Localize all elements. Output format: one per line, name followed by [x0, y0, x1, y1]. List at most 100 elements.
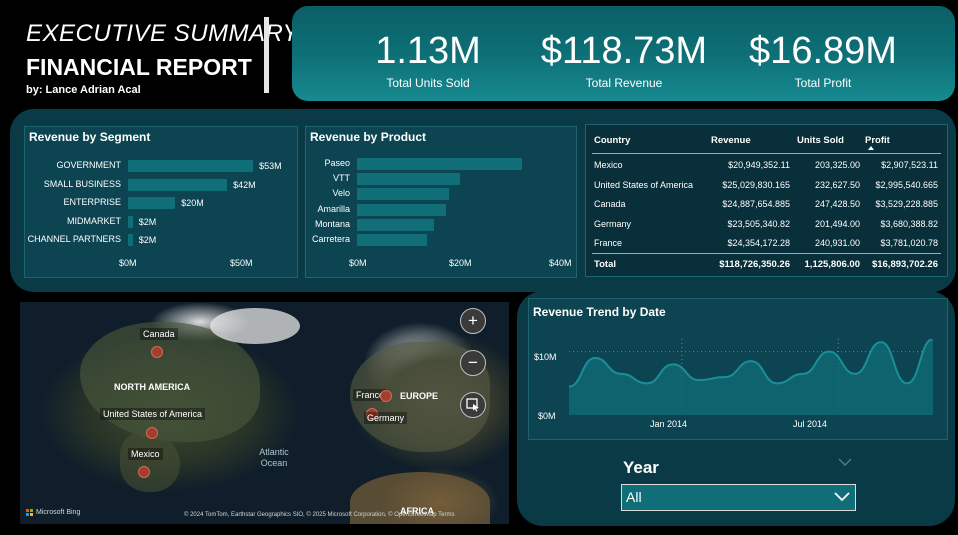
total-profit: $16,893,702.26: [871, 259, 938, 270]
zoom-out-button[interactable]: −: [460, 350, 486, 376]
product-bar[interactable]: [357, 173, 460, 186]
trend-chart-title: Revenue Trend by Date: [533, 305, 666, 319]
product-category-label: Velo: [332, 188, 350, 199]
map-point-canada[interactable]: [151, 346, 163, 358]
table-cell-revenue: $20,949,352.11: [728, 160, 790, 170]
segment-category-label: ENTERPRISE: [63, 197, 121, 207]
kpi-profit-label: Total Profit: [794, 76, 852, 90]
map-label-germany: Germany: [364, 412, 408, 424]
year-dropdown[interactable]: All: [621, 484, 856, 511]
segment-chart[interactable]: Revenue by Segment GOVERNMENT $53M SMALL B…: [24, 126, 298, 278]
select-area-button[interactable]: [460, 392, 486, 418]
table-cell-profit: $3,529,228.885: [875, 199, 938, 209]
product-category-label: Montana: [314, 218, 350, 229]
segment-bar[interactable]: [128, 215, 133, 228]
map-label-usa: United States of America: [100, 408, 206, 420]
table-cell-country: Germany: [594, 218, 632, 229]
product-tick-1: $20M: [449, 258, 472, 268]
map-credits[interactable]: © 2024 TomTom, Earthstar Geographics SIO…: [184, 512, 455, 518]
report-title: EXECUTIVE SUMMARY: [26, 20, 299, 47]
table-cell-revenue: $25,029,830.165: [722, 179, 790, 190]
title-divider: [264, 17, 269, 93]
chevron-down-icon: [834, 492, 850, 502]
product-bar[interactable]: [357, 158, 522, 170]
product-chart[interactable]: Revenue by Product Paseo VTT Velo Amarilla M…: [305, 126, 577, 278]
product-bar[interactable]: [357, 218, 434, 231]
kpi-units-label: Total Units Sold: [386, 76, 470, 90]
zoom-in-button[interactable]: +: [460, 308, 486, 334]
slicer-collapse-chevron-icon[interactable]: [838, 458, 852, 467]
product-bar[interactable]: [357, 188, 449, 201]
table-cell-profit: $2,995,540.665: [875, 179, 938, 190]
segment-data-label: $42M: [233, 179, 256, 190]
revenue-trend-chart[interactable]: Revenue Trend by Date $10M $0M Jan 2014 …: [528, 298, 948, 440]
table-cell-country: Mexico: [594, 160, 623, 170]
product-bar[interactable]: [357, 234, 427, 246]
segment-category-label: SMALL BUSINESS: [43, 178, 121, 189]
total-label: Total: [594, 259, 616, 270]
segment-bar[interactable]: [128, 178, 228, 191]
map-label-canada: Canada: [140, 328, 178, 340]
product-category-label: Carretera: [311, 234, 350, 244]
product-tick-2: $40M: [549, 258, 572, 268]
kpi-revenue-value: $118.73M: [540, 30, 708, 72]
kpi-card: 1.13M Total Units Sold $118.73M Total Re…: [292, 6, 955, 101]
table-cell-units: 240,931.00: [814, 238, 860, 248]
trend-area: [569, 339, 933, 415]
land-greenland: [210, 308, 300, 344]
col-header-country[interactable]: Country: [594, 135, 630, 146]
table-cell-units: 203,325.00: [814, 160, 860, 170]
author-byline: by: Lance Adrian Acal: [26, 84, 141, 96]
table-cell-profit: $3,680,388.82: [880, 218, 938, 229]
segment-chart-title: Revenue by Segment: [29, 130, 151, 144]
microsoft-logo-icon: [26, 509, 33, 516]
kpi-profit-value: $16.89M: [749, 30, 897, 72]
sales-map[interactable]: Canada NORTH AMERICA United States of Am…: [20, 302, 509, 524]
map-point-france[interactable]: [380, 390, 392, 402]
country-table[interactable]: Country Revenue Units Sold Profit Mexico…: [585, 124, 948, 277]
segment-category-label: GOVERNMENT: [56, 160, 121, 170]
segment-category-label: MIDMARKET: [67, 215, 121, 226]
segment-bar[interactable]: [128, 234, 133, 246]
sort-ascending-icon: [868, 146, 874, 150]
table-cell-units: 247,428.50: [814, 199, 860, 209]
product-chart-title: Revenue by Product: [310, 130, 427, 144]
kpi-units-value: 1.13M: [375, 30, 481, 72]
header-divider: [592, 153, 941, 154]
col-header-profit[interactable]: Profit: [865, 135, 890, 146]
total-revenue: $118,726,350.26: [719, 259, 790, 270]
segment-tick-0: $0M: [119, 258, 137, 268]
table-cell-profit: $3,781,020.78: [880, 238, 938, 248]
map-label-mexico: Mexico: [128, 448, 163, 460]
map-point-usa[interactable]: [146, 427, 158, 439]
table-cell-revenue: $24,354,172.28: [727, 238, 790, 248]
table-cell-units: 201,494.00: [814, 218, 860, 229]
trend-xtick-0: Jan 2014: [650, 419, 688, 429]
col-header-units[interactable]: Units Sold: [797, 135, 844, 146]
trend-plot: [569, 339, 933, 415]
map-point-mexico[interactable]: [138, 466, 150, 478]
table-cell-units: 232,627.50: [814, 179, 860, 190]
trend-ytick-0: $10M: [534, 352, 557, 362]
year-dropdown-value: All: [626, 489, 642, 505]
col-header-revenue[interactable]: Revenue: [711, 135, 751, 146]
table-cell-country: United States of America: [594, 179, 694, 190]
bing-attribution: Microsoft Bing: [36, 509, 81, 516]
segment-data-label: $20M: [181, 198, 204, 208]
product-category-label: VTT: [333, 173, 350, 184]
segment-bar[interactable]: [128, 160, 254, 172]
product-category-label: Amarilla: [317, 203, 350, 214]
segment-data-label: $2M: [138, 216, 157, 227]
segment-bar[interactable]: [128, 197, 176, 209]
year-slicer-title: Year: [623, 458, 659, 477]
segment-category-label: CHANNEL PARTNERS: [27, 234, 121, 244]
product-tick-0: $0M: [349, 258, 367, 268]
map-label-ocean: Ocean: [260, 458, 288, 468]
table-cell-revenue: $24,887,654.885: [722, 199, 790, 209]
report-subtitle: FINANCIAL REPORT: [26, 54, 252, 80]
table-cell-country: France: [594, 238, 623, 248]
product-bar[interactable]: [357, 203, 446, 216]
segment-tick-1: $50M: [230, 258, 253, 268]
select-area-icon: [466, 398, 479, 412]
segment-data-label: $2M: [138, 235, 157, 245]
